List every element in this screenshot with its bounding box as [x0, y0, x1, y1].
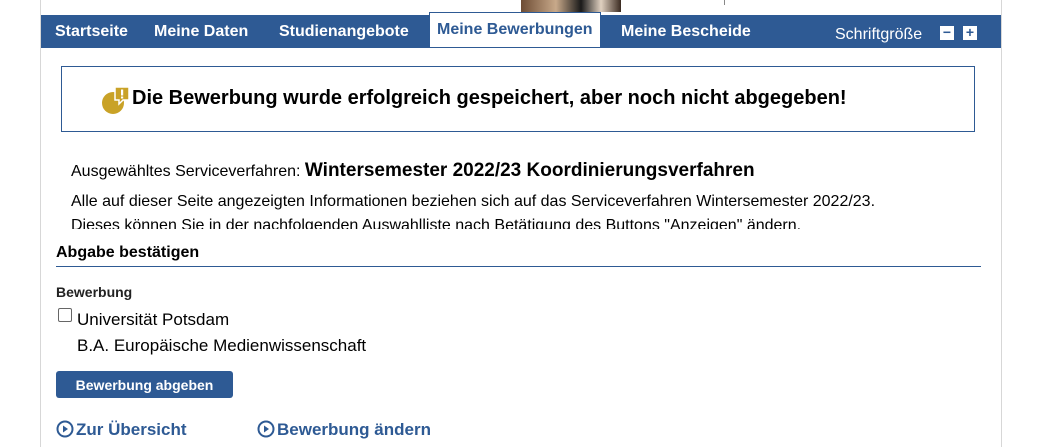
edit-application-link-label: Bewerbung ändern	[277, 420, 431, 439]
selected-procedure-value: Wintersemester 2022/23 Koordinierungsver…	[304, 160, 755, 181]
font-size-label: Schriftgröße	[835, 26, 923, 43]
font-increase-button[interactable]: +	[963, 25, 977, 40]
selected-procedure: Ausgewähltes Serviceverfahren: Wintersem…	[71, 160, 755, 182]
section-divider	[41, 229, 1001, 235]
confirm-section-title: Abgabe bestätigen	[56, 244, 200, 261]
application-course: B.A. Europäische Medienwissenschaft	[77, 336, 367, 355]
success-alert: Die Bewerbung wurde erfolgreich gespeich…	[61, 66, 975, 132]
info-text-line-2: Dieses können Sie in der nachfolgenden A…	[71, 217, 802, 229]
circle-play-icon	[56, 420, 74, 438]
font-decrease-button[interactable]: −	[940, 25, 954, 40]
warning-bubble-icon	[102, 86, 130, 114]
selected-procedure-label: Ausgewähltes Serviceverfahren:	[71, 163, 301, 180]
application-checkbox[interactable]	[58, 308, 72, 322]
alert-message: Die Bewerbung wurde erfolgreich gespeich…	[132, 87, 847, 109]
edit-application-link[interactable]: Bewerbung ändern	[257, 420, 431, 440]
nav-item-startseite[interactable]: Startseite	[55, 15, 128, 48]
header-decoration	[724, 0, 725, 5]
nav-item-meine-bewerbungen[interactable]: Meine Bewerbungen	[429, 12, 601, 48]
application-label: Bewerbung	[56, 284, 133, 300]
info-text-line-1: Alle auf dieser Seite angezeigten Inform…	[71, 193, 876, 210]
main-navigation: Startseite Meine Daten Studienangebote M…	[41, 12, 1001, 48]
overview-link[interactable]: Zur Übersicht	[56, 420, 187, 440]
submit-application-button[interactable]: Bewerbung abgeben	[56, 371, 233, 398]
circle-play-icon	[257, 420, 275, 438]
application-university: Universität Potsdam	[77, 310, 230, 329]
confirm-title-rule	[56, 266, 981, 267]
nav-item-meine-daten[interactable]: Meine Daten	[154, 15, 248, 48]
header-photo	[521, 0, 621, 12]
nav-item-studienangebote[interactable]: Studienangebote	[279, 15, 409, 48]
nav-item-meine-bescheide[interactable]: Meine Bescheide	[621, 15, 751, 48]
overview-link-label: Zur Übersicht	[76, 420, 187, 439]
